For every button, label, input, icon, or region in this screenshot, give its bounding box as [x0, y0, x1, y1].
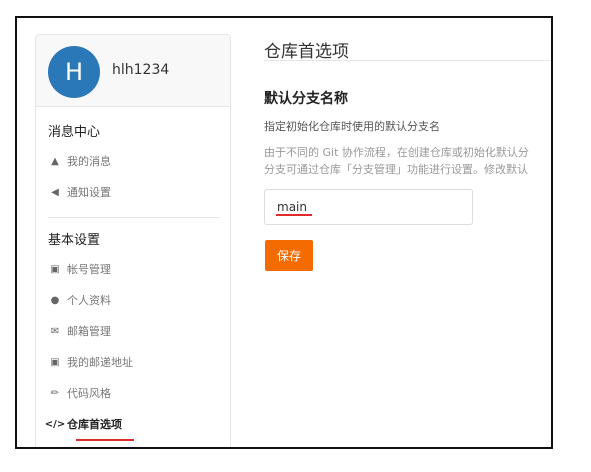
sidebar-item-repo-preferences[interactable]: </> 仓库首选项	[44, 413, 218, 435]
save-button[interactable]: 保存	[265, 240, 313, 271]
sidebar-item-label: 我的消息	[67, 155, 111, 168]
help-text-line: 分支可通过仓库「分支管理」功能进行设置。修改默认	[264, 163, 528, 176]
sidebar-item-label: 通知设置	[67, 186, 111, 199]
input-underline	[276, 214, 312, 216]
address-card-icon: ▣	[50, 356, 60, 368]
sidebar-item-notification-settings[interactable]: ◀ 通知设置	[48, 181, 218, 203]
person-icon: ●	[50, 294, 60, 306]
sidebar-item-account[interactable]: ▣ 帐号管理	[48, 258, 218, 280]
avatar[interactable]: H	[48, 46, 100, 98]
settings-sidebar: H hlh1234 消息中心 ▲ 我的消息 ◀ 通知设置 基本设置 ▣ 帐号管理…	[35, 34, 231, 447]
brush-icon: ✏	[50, 387, 60, 399]
sidebar-item-code-style[interactable]: ✏ 代码风格	[48, 382, 218, 404]
username[interactable]: hlh1234	[112, 62, 169, 78]
sidebar-item-my-messages[interactable]: ▲ 我的消息	[48, 150, 218, 172]
sidebar-item-address[interactable]: ▣ 我的邮递地址	[48, 351, 218, 373]
sidebar-divider	[48, 217, 220, 218]
sidebar-item-label: 帐号管理	[67, 263, 111, 276]
sidebar-item-label: 邮箱管理	[67, 325, 111, 338]
page-title: 仓库首选项	[264, 42, 349, 62]
sidebar-item-profile[interactable]: ● 个人资料	[48, 289, 218, 311]
envelope-icon: ✉	[50, 325, 60, 337]
section-description: 指定初始化仓库时使用的默认分支名	[264, 120, 440, 133]
id-card-icon: ▣	[50, 263, 60, 275]
title-divider	[264, 60, 551, 61]
default-branch-input[interactable]	[264, 189, 473, 225]
group-title-messages: 消息中心	[48, 125, 101, 140]
group-title-basic: 基本设置	[48, 233, 101, 248]
active-item-underline	[76, 439, 134, 441]
sidebar-item-label: 个人资料	[67, 294, 111, 307]
sidebar-item-email[interactable]: ✉ 邮箱管理	[48, 320, 218, 342]
sidebar-item-label: 我的邮递地址	[67, 356, 133, 369]
sidebar-item-label: 代码风格	[67, 387, 111, 400]
sidebar-item-label: 仓库首选项	[67, 418, 122, 431]
section-title: 默认分支名称	[264, 91, 348, 107]
code-icon: </>	[44, 418, 66, 430]
help-text-line: 由于不同的 Git 协作流程，在创建仓库或初始化默认分	[264, 146, 529, 159]
speaker-icon: ◀	[51, 186, 59, 198]
bell-icon: ▲	[51, 155, 59, 167]
user-card: H hlh1234	[36, 35, 230, 107]
app-window: H hlh1234 消息中心 ▲ 我的消息 ◀ 通知设置 基本设置 ▣ 帐号管理…	[15, 16, 553, 449]
